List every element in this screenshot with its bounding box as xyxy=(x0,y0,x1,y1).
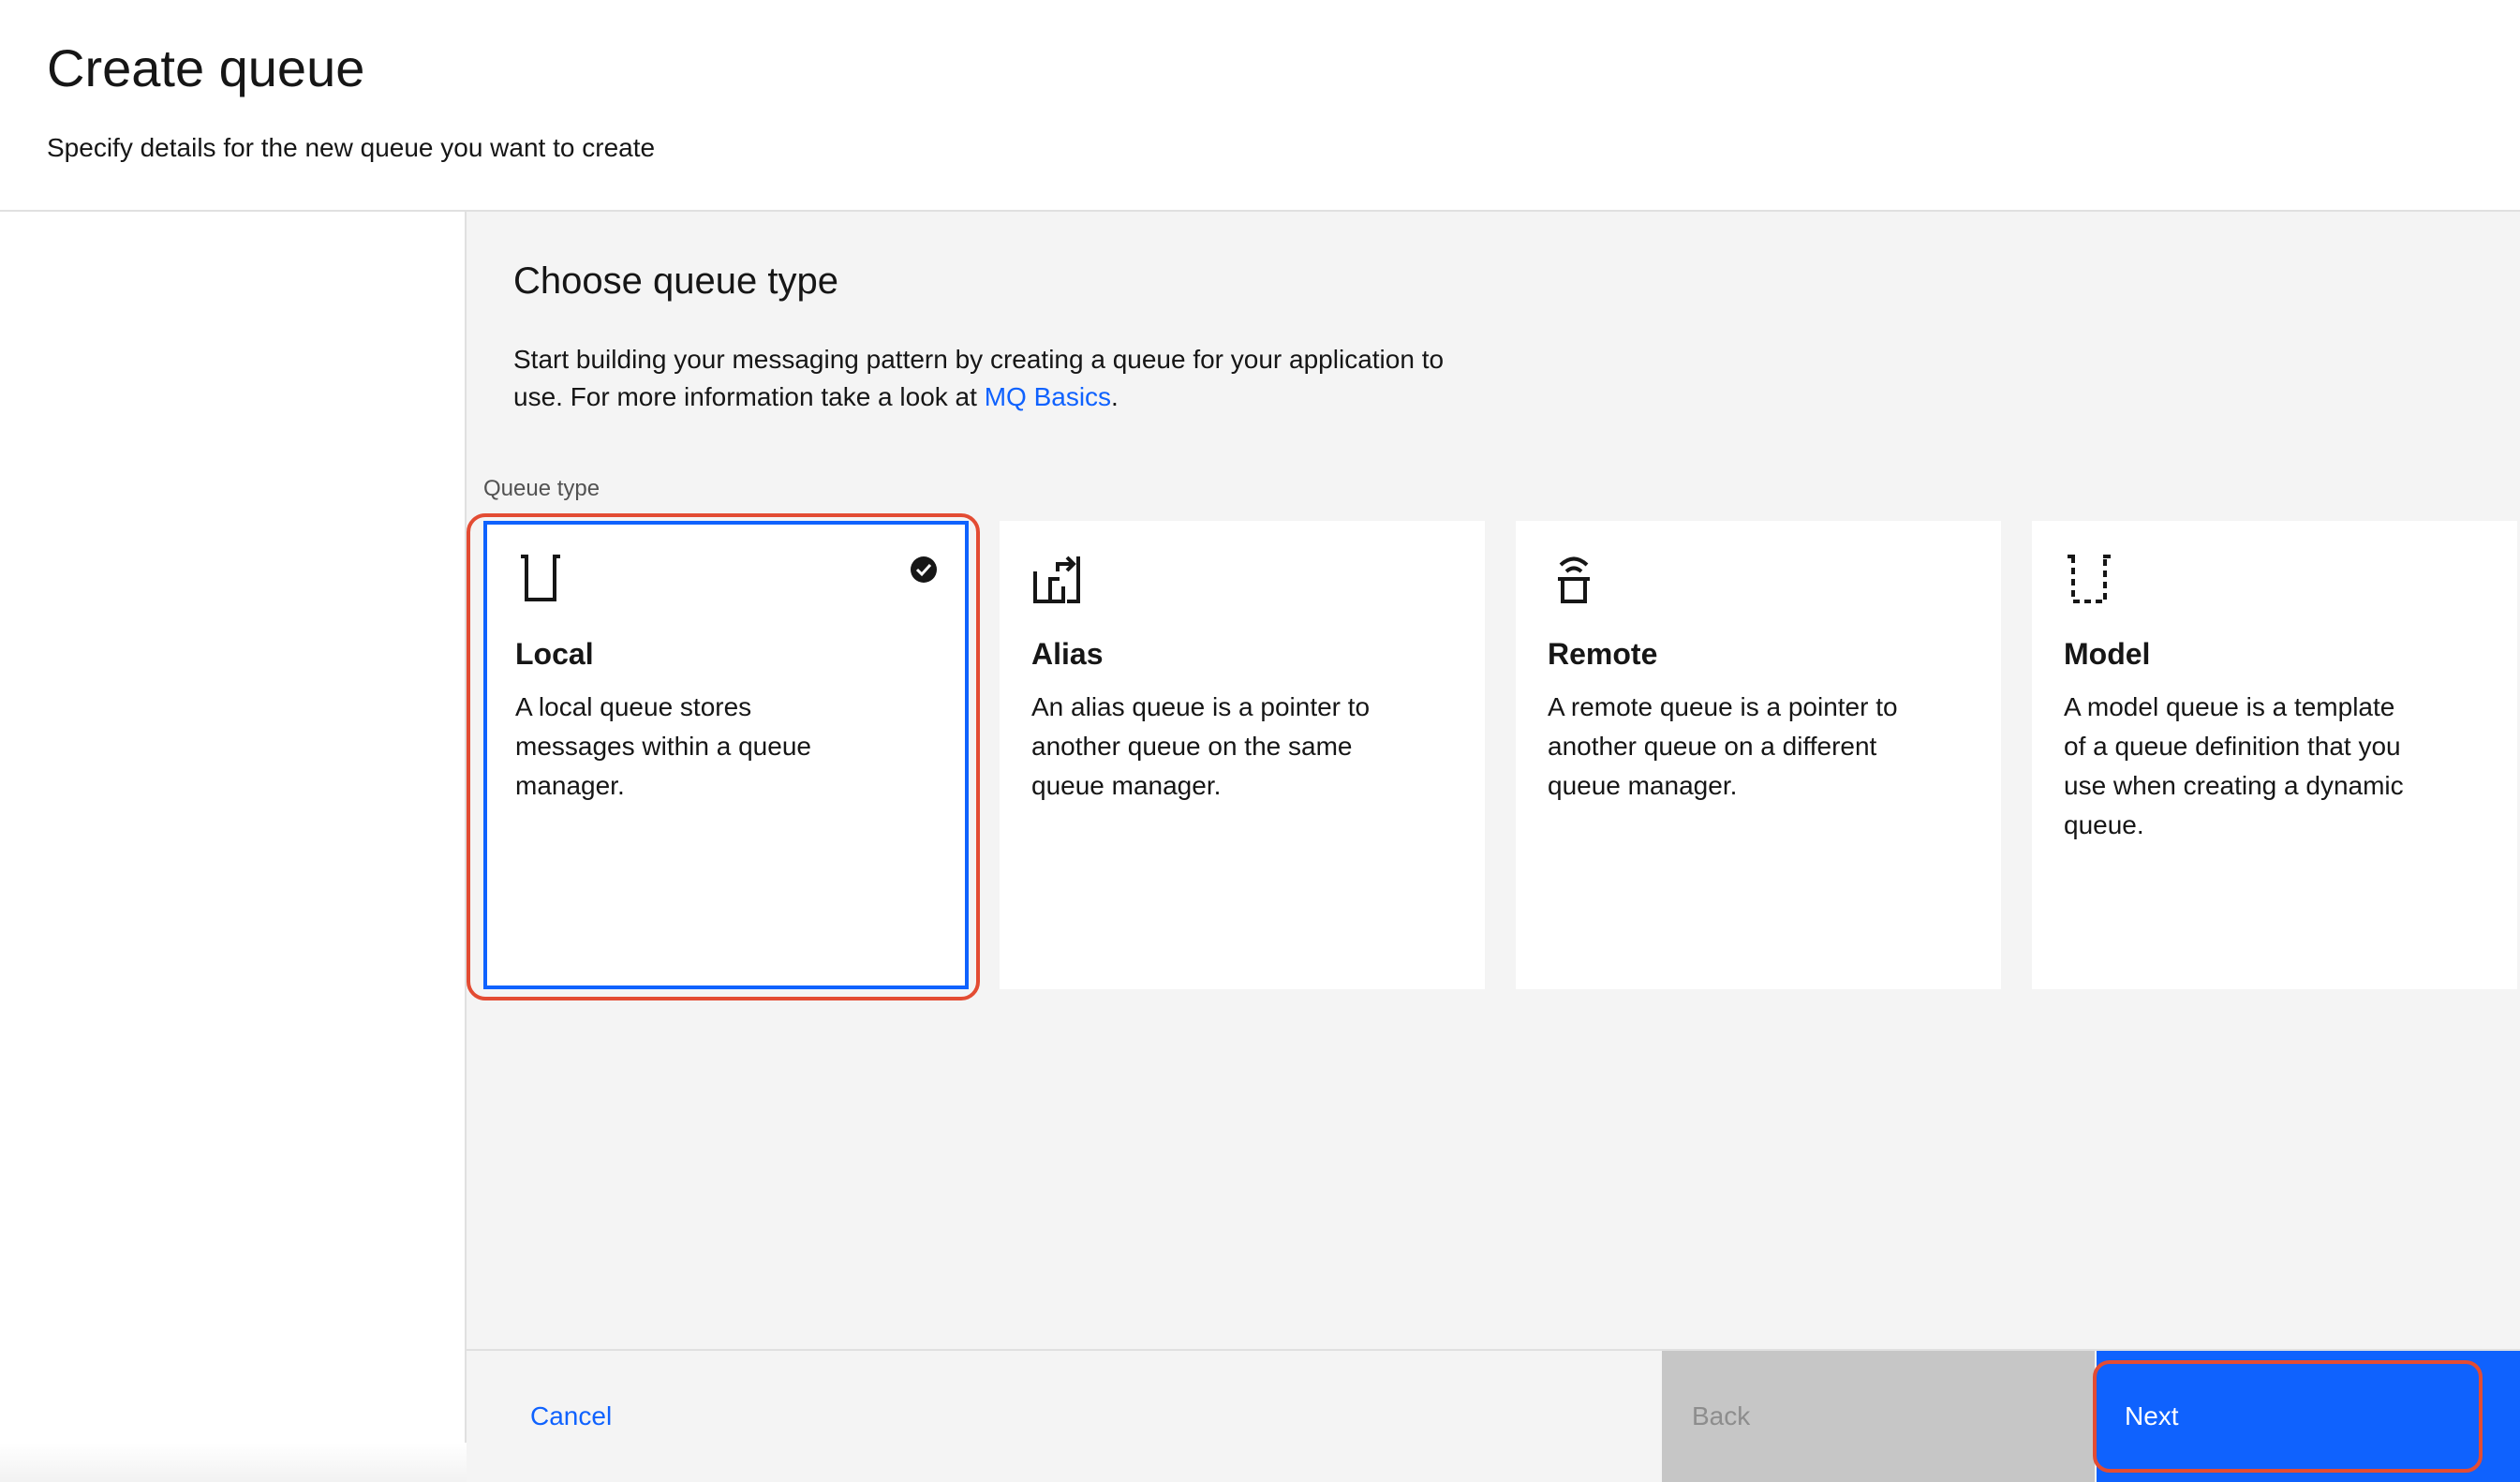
checkmark-filled-icon xyxy=(911,556,937,583)
tile-alias[interactable]: Alias An alias queue is a pointer to ano… xyxy=(1000,521,1485,989)
remote-queue-icon xyxy=(1558,556,1590,603)
tile-alias-description: An alias queue is a pointer to another q… xyxy=(1031,692,1371,800)
footer-actions: Cancel Back Next xyxy=(467,1349,2520,1482)
queue-type-label: Queue type xyxy=(483,476,600,501)
cancel-button[interactable]: Cancel xyxy=(467,1351,1660,1482)
tile-model-title: Model xyxy=(2064,637,2151,671)
next-button[interactable]: Next xyxy=(2097,1351,2520,1482)
main-panel: Choose queue type Start building your me… xyxy=(467,212,2520,1349)
left-panel xyxy=(0,212,467,1482)
page-header: Create queue Specify details for the new… xyxy=(0,0,2520,212)
description-end: . xyxy=(1111,382,1119,411)
back-button[interactable]: Back xyxy=(1662,1351,2095,1482)
bottom-shade xyxy=(0,1443,467,1482)
description-text: Start building your messaging pattern by… xyxy=(513,345,1445,411)
tile-local[interactable]: Local A local queue stores messages with… xyxy=(483,521,969,989)
tile-local-description: A local queue stores messages within a q… xyxy=(515,692,811,800)
alias-queue-icon xyxy=(1033,556,1080,603)
local-queue-icon xyxy=(521,555,560,601)
tile-local-title: Local xyxy=(515,637,594,671)
page-subtitle: Specify details for the new queue you wa… xyxy=(47,133,656,162)
tile-remote[interactable]: Remote A remote queue is a pointer to an… xyxy=(1516,521,2001,989)
section-title: Choose queue type xyxy=(513,260,838,302)
tile-remote-description: A remote queue is a pointer to another q… xyxy=(1548,692,1898,800)
mq-basics-link[interactable]: MQ Basics xyxy=(985,382,1111,411)
section-description: Start building your messaging pattern by… xyxy=(513,341,1469,416)
queue-type-tiles: Local A local queue stores messages with… xyxy=(483,521,2518,989)
model-queue-icon xyxy=(2068,555,2111,603)
tile-remote-title: Remote xyxy=(1548,637,1658,671)
tile-model-description: A model queue is a template of a queue d… xyxy=(2064,692,2404,839)
page-title: Create queue xyxy=(47,38,365,97)
tile-model[interactable]: Model A model queue is a template of a q… xyxy=(2032,521,2517,989)
tile-alias-title: Alias xyxy=(1031,637,1104,671)
